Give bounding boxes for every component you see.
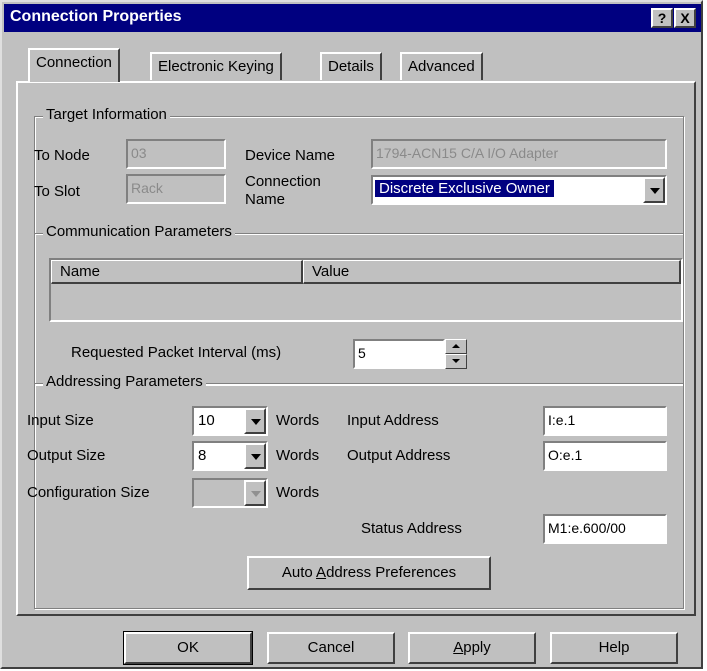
output-size-value: 8 (198, 447, 207, 464)
device-name-field[interactable]: 1794-ACN15 C/A I/O Adapter (371, 139, 667, 169)
title-bar[interactable]: Connection Properties ? X (4, 4, 701, 32)
to-slot-label: To Slot (34, 183, 80, 200)
auto-address-rest: ddress Preferences (326, 564, 457, 581)
help-button[interactable]: Help (550, 632, 678, 664)
arrow-up-icon (452, 344, 460, 348)
configuration-size-words-label: Words (276, 484, 320, 501)
connection-name-dropdown-button[interactable] (643, 177, 665, 203)
connection-name-label-line1: Connection (245, 173, 321, 190)
connection-name-label-line2: Name (245, 191, 286, 208)
status-address-label: Status Address (361, 520, 462, 537)
apply-button[interactable]: Apply (408, 632, 536, 664)
connection-name-selected-value: Discrete Exclusive Owner (374, 179, 555, 198)
parameters-list[interactable]: Name Value (49, 258, 683, 322)
arrow-down-icon (452, 359, 460, 363)
device-name-label: Device Name (245, 147, 336, 164)
rpi-spinner[interactable] (445, 339, 467, 369)
auto-address-prefix: Auto (281, 564, 317, 581)
auto-address-preferences-button[interactable]: Auto Address Preferences (247, 556, 491, 590)
input-size-dropdown-button[interactable] (244, 408, 266, 434)
input-size-select[interactable]: 10 (192, 406, 268, 436)
input-size-label: Input Size (27, 412, 94, 429)
addressing-parameters-group: Addressing Parameters Input Size 10 Word… (27, 373, 684, 609)
rpi-label: Requested Packet Interval (ms) (71, 344, 282, 361)
apply-rest: pply (463, 639, 491, 656)
to-slot-field[interactable]: Rack (126, 174, 226, 204)
apply-accel: A (453, 639, 464, 656)
tab-connection[interactable]: Connection (28, 48, 120, 82)
close-title-button[interactable]: X (674, 8, 696, 28)
rpi-decrement-button[interactable] (445, 354, 467, 369)
rpi-input[interactable]: 5 (353, 339, 445, 369)
input-size-words-label: Words (276, 412, 320, 429)
communication-parameters-legend: Communication Parameters (43, 223, 235, 240)
connection-name-select[interactable]: Discrete Exclusive Owner (371, 175, 667, 205)
target-information-group: Target Information To Node 03 To Slot Ra… (34, 106, 684, 234)
column-header-name[interactable]: Name (51, 260, 303, 284)
rpi-increment-button[interactable] (445, 339, 467, 354)
output-size-label: Output Size (27, 447, 106, 464)
window-title: Connection Properties (10, 8, 182, 25)
tab-advanced[interactable]: Advanced (400, 52, 483, 80)
configuration-size-dropdown-button[interactable] (244, 480, 266, 506)
output-size-select[interactable]: 8 (192, 441, 268, 471)
addressing-parameters-legend: Addressing Parameters (43, 373, 206, 390)
to-node-label: To Node (34, 147, 90, 164)
auto-address-accel: A (316, 564, 327, 581)
configuration-size-select[interactable] (192, 478, 268, 508)
output-address-label: Output Address (347, 447, 451, 464)
communication-parameters-group: Communication Parameters Name Value Requ… (34, 223, 684, 385)
ok-button[interactable]: OK (123, 631, 253, 665)
configuration-size-label: Configuration Size (27, 484, 150, 501)
input-address-field[interactable]: I:e.1 (543, 406, 667, 436)
tab-details[interactable]: Details (320, 52, 382, 80)
output-size-words-label: Words (276, 447, 320, 464)
chevron-down-icon (251, 419, 261, 425)
connection-tab-panel: Target Information To Node 03 To Slot Ra… (16, 81, 696, 616)
chevron-down-icon (251, 454, 261, 460)
target-information-legend: Target Information (43, 106, 170, 123)
input-size-value: 10 (198, 412, 215, 429)
chevron-down-icon (650, 188, 660, 194)
cancel-button[interactable]: Cancel (267, 632, 395, 664)
column-header-value[interactable]: Value (303, 260, 681, 284)
status-address-field[interactable]: M1:e.600/00 (543, 514, 667, 544)
chevron-down-icon (251, 491, 261, 497)
help-title-button[interactable]: ? (651, 8, 673, 28)
input-address-label: Input Address (347, 412, 439, 429)
output-size-dropdown-button[interactable] (244, 443, 266, 469)
connection-properties-dialog: Connection Properties ? X Connection Ele… (0, 0, 703, 669)
tab-electronic-keying[interactable]: Electronic Keying (150, 52, 282, 80)
output-address-field[interactable]: O:e.1 (543, 441, 667, 471)
to-node-field[interactable]: 03 (126, 139, 226, 169)
